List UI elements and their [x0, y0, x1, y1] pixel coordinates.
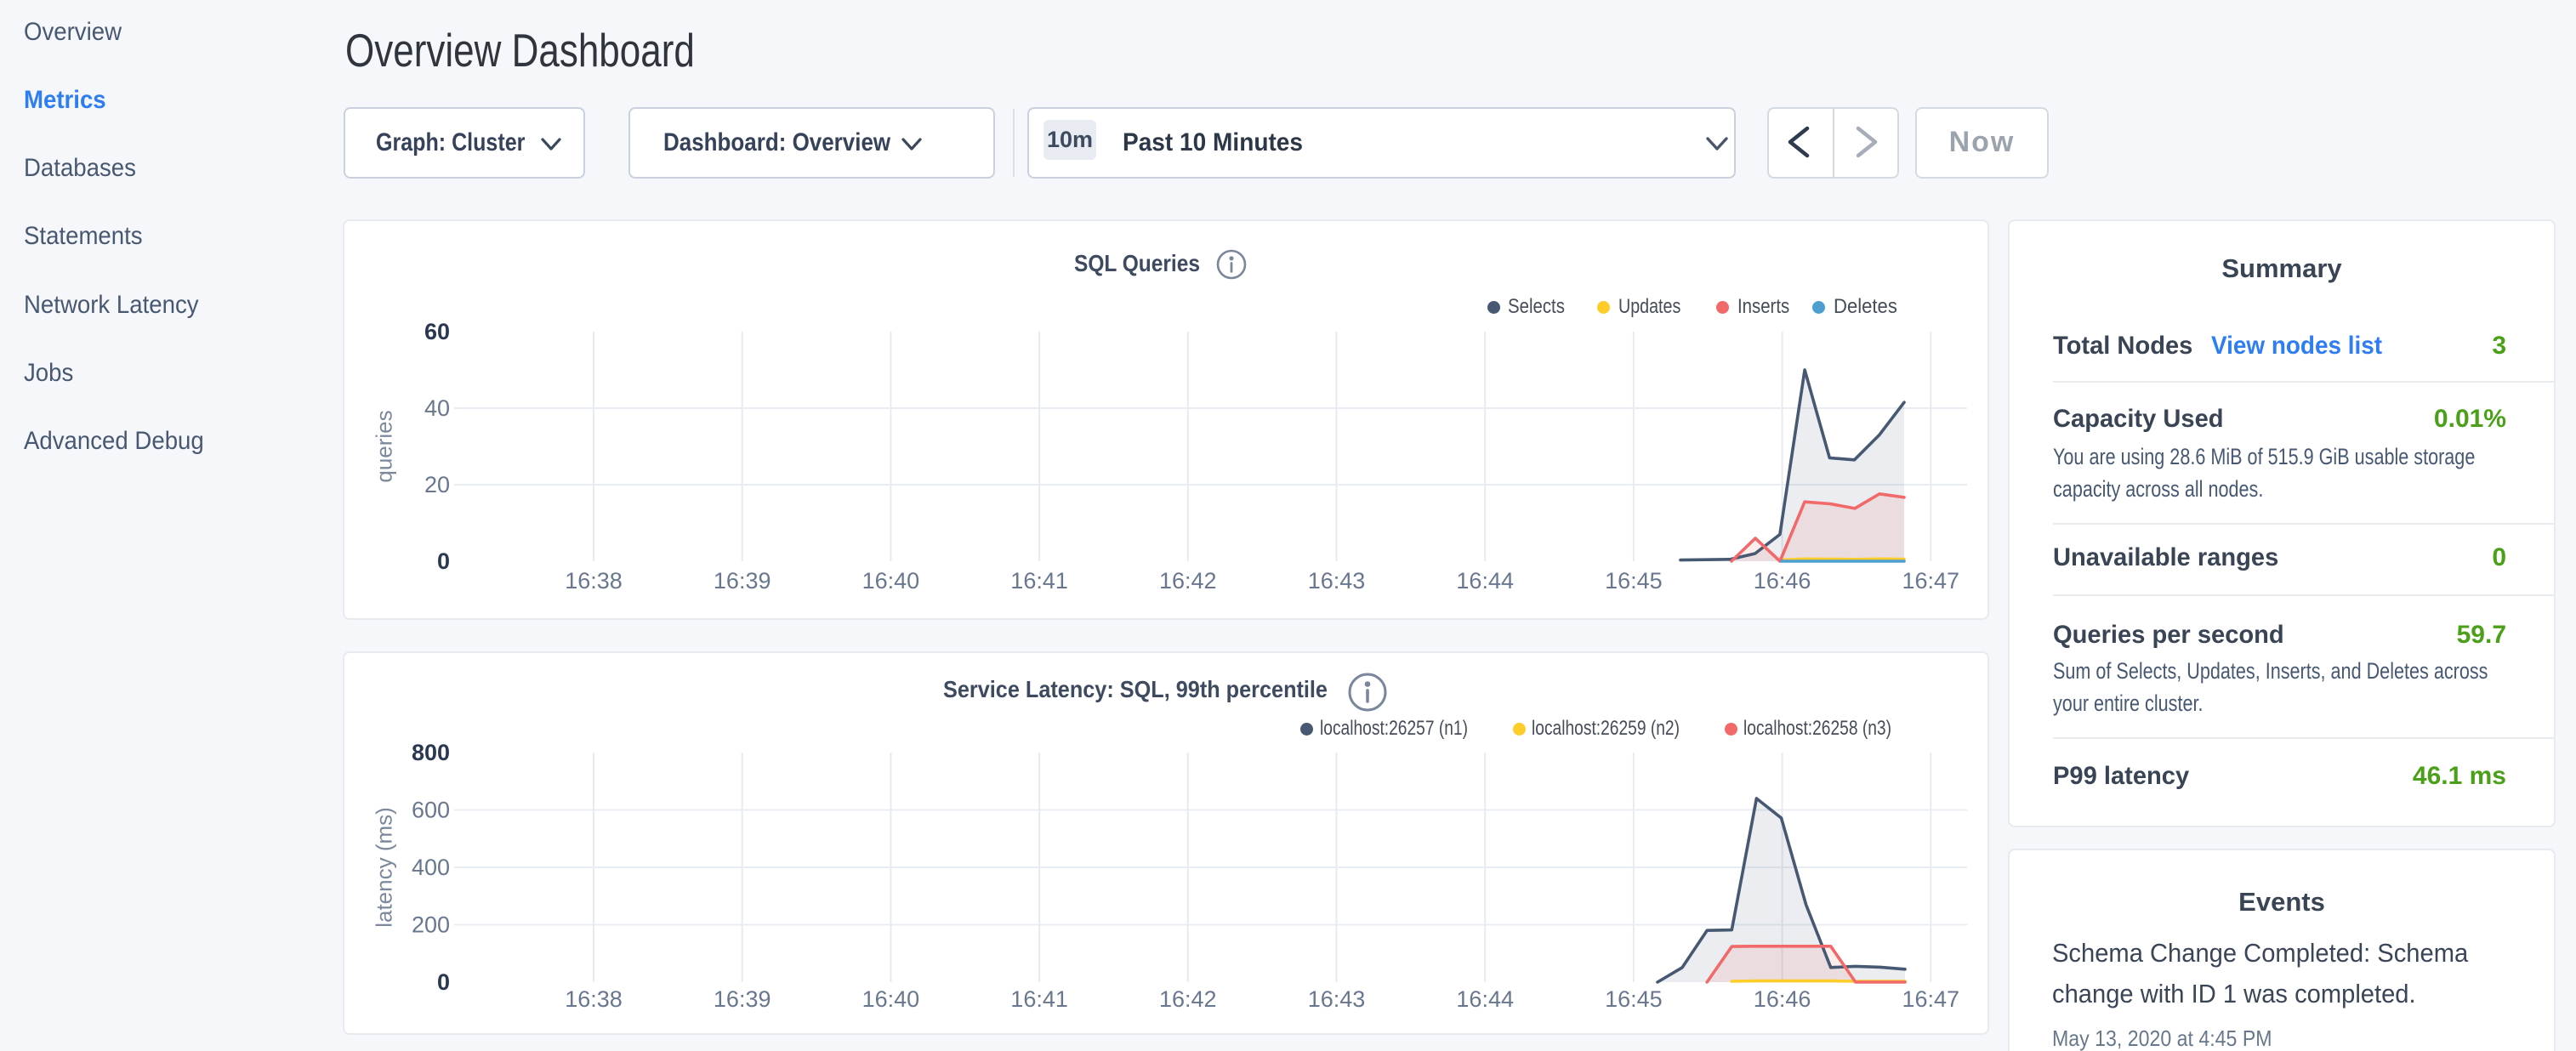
svg-text:16:44: 16:44: [1456, 986, 1514, 1012]
svg-text:40: 40: [424, 395, 450, 421]
svg-text:400: 400: [412, 855, 450, 880]
svg-text:16:44: 16:44: [1456, 568, 1514, 594]
svg-text:600: 600: [412, 798, 450, 823]
svg-text:60: 60: [424, 319, 450, 344]
svg-text:16:47: 16:47: [1902, 568, 1960, 594]
svg-text:16:38: 16:38: [565, 986, 623, 1012]
svg-text:16:42: 16:42: [1159, 986, 1217, 1012]
svg-text:16:41: 16:41: [1010, 986, 1068, 1012]
svg-text:16:43: 16:43: [1308, 986, 1366, 1012]
svg-text:200: 200: [412, 912, 450, 938]
svg-text:20: 20: [424, 472, 450, 497]
svg-text:16:43: 16:43: [1308, 568, 1366, 594]
svg-text:16:41: 16:41: [1010, 568, 1068, 594]
svg-text:0: 0: [437, 969, 450, 995]
svg-text:800: 800: [412, 740, 450, 765]
svg-text:16:39: 16:39: [714, 986, 771, 1012]
svg-text:16:40: 16:40: [862, 986, 920, 1012]
svg-text:16:45: 16:45: [1605, 986, 1663, 1012]
svg-text:16:42: 16:42: [1159, 568, 1217, 594]
svg-text:16:39: 16:39: [714, 568, 771, 594]
svg-text:16:38: 16:38: [565, 568, 623, 594]
svg-text:16:47: 16:47: [1902, 986, 1960, 1012]
svg-text:16:46: 16:46: [1754, 986, 1811, 1012]
svg-text:16:40: 16:40: [862, 568, 920, 594]
svg-text:0: 0: [437, 548, 450, 574]
svg-text:16:46: 16:46: [1754, 568, 1811, 594]
svg-text:16:45: 16:45: [1605, 568, 1663, 594]
